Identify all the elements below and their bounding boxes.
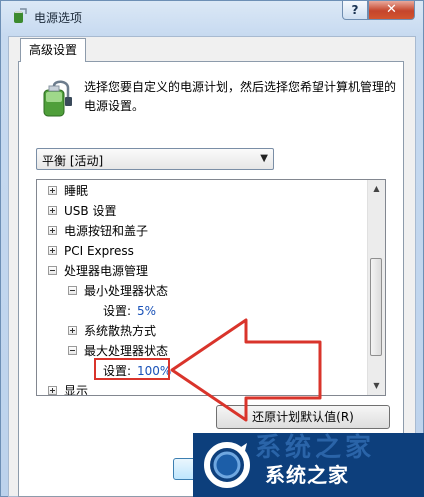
power-plan-select[interactable]: 平衡 [活动] ▼ — [36, 148, 274, 170]
power-options-icon — [14, 8, 27, 23]
expand-icon[interactable] — [68, 326, 77, 335]
expand-icon[interactable] — [48, 386, 57, 395]
collapse-icon[interactable] — [68, 346, 77, 355]
power-plan-value: 平衡 [活动] — [42, 154, 104, 168]
expand-icon[interactable] — [48, 226, 57, 235]
scroll-down-icon[interactable]: ▼ — [369, 378, 384, 394]
close-button[interactable]: ✕ — [368, 1, 415, 20]
scrollbar-thumb[interactable] — [370, 258, 382, 356]
tab-advanced-settings[interactable]: 高级设置 — [20, 38, 86, 62]
tree-item-label: PCI Express — [64, 244, 134, 258]
tree-item-label: 电源按钮和盖子 — [64, 224, 149, 238]
expand-icon[interactable] — [48, 206, 57, 215]
expand-icon[interactable] — [48, 246, 57, 255]
tree-item-label: USB 设置 — [64, 204, 117, 218]
min-setting-value[interactable]: 5% — [137, 302, 156, 320]
description-text: 选择您要自定义的电源计划，然后选择您希望计算机管理的电源设置。 — [84, 80, 397, 113]
watermark-logo: 系统之家 系统之家 — [193, 433, 424, 497]
vertical-scrollbar[interactable]: ▲ ▼ — [367, 180, 385, 395]
collapse-icon[interactable] — [48, 266, 57, 275]
scroll-up-icon[interactable]: ▲ — [369, 181, 384, 197]
tree-item-label: 处理器电源管理 — [64, 264, 149, 278]
tree-item-label: 显示 — [64, 384, 89, 396]
help-button[interactable]: ? — [342, 1, 368, 20]
watermark-ring-icon — [204, 442, 250, 488]
watermark-text: 系统之家 — [265, 463, 349, 487]
setting-label: 设置: — [103, 304, 132, 318]
highlight-box — [94, 358, 170, 380]
window-title: 电源选项 — [34, 11, 83, 25]
tree-item-label: 睡眠 — [64, 184, 89, 198]
battery-plug-icon — [43, 80, 72, 117]
tree-item-label: 系统散热方式 — [84, 324, 157, 338]
expand-icon[interactable] — [48, 186, 57, 195]
dropdown-arrow-icon: ▼ — [260, 153, 268, 164]
pointer-arrow-icon — [170, 318, 322, 422]
collapse-icon[interactable] — [68, 286, 77, 295]
tree-item-label: 最小处理器状态 — [84, 284, 169, 298]
